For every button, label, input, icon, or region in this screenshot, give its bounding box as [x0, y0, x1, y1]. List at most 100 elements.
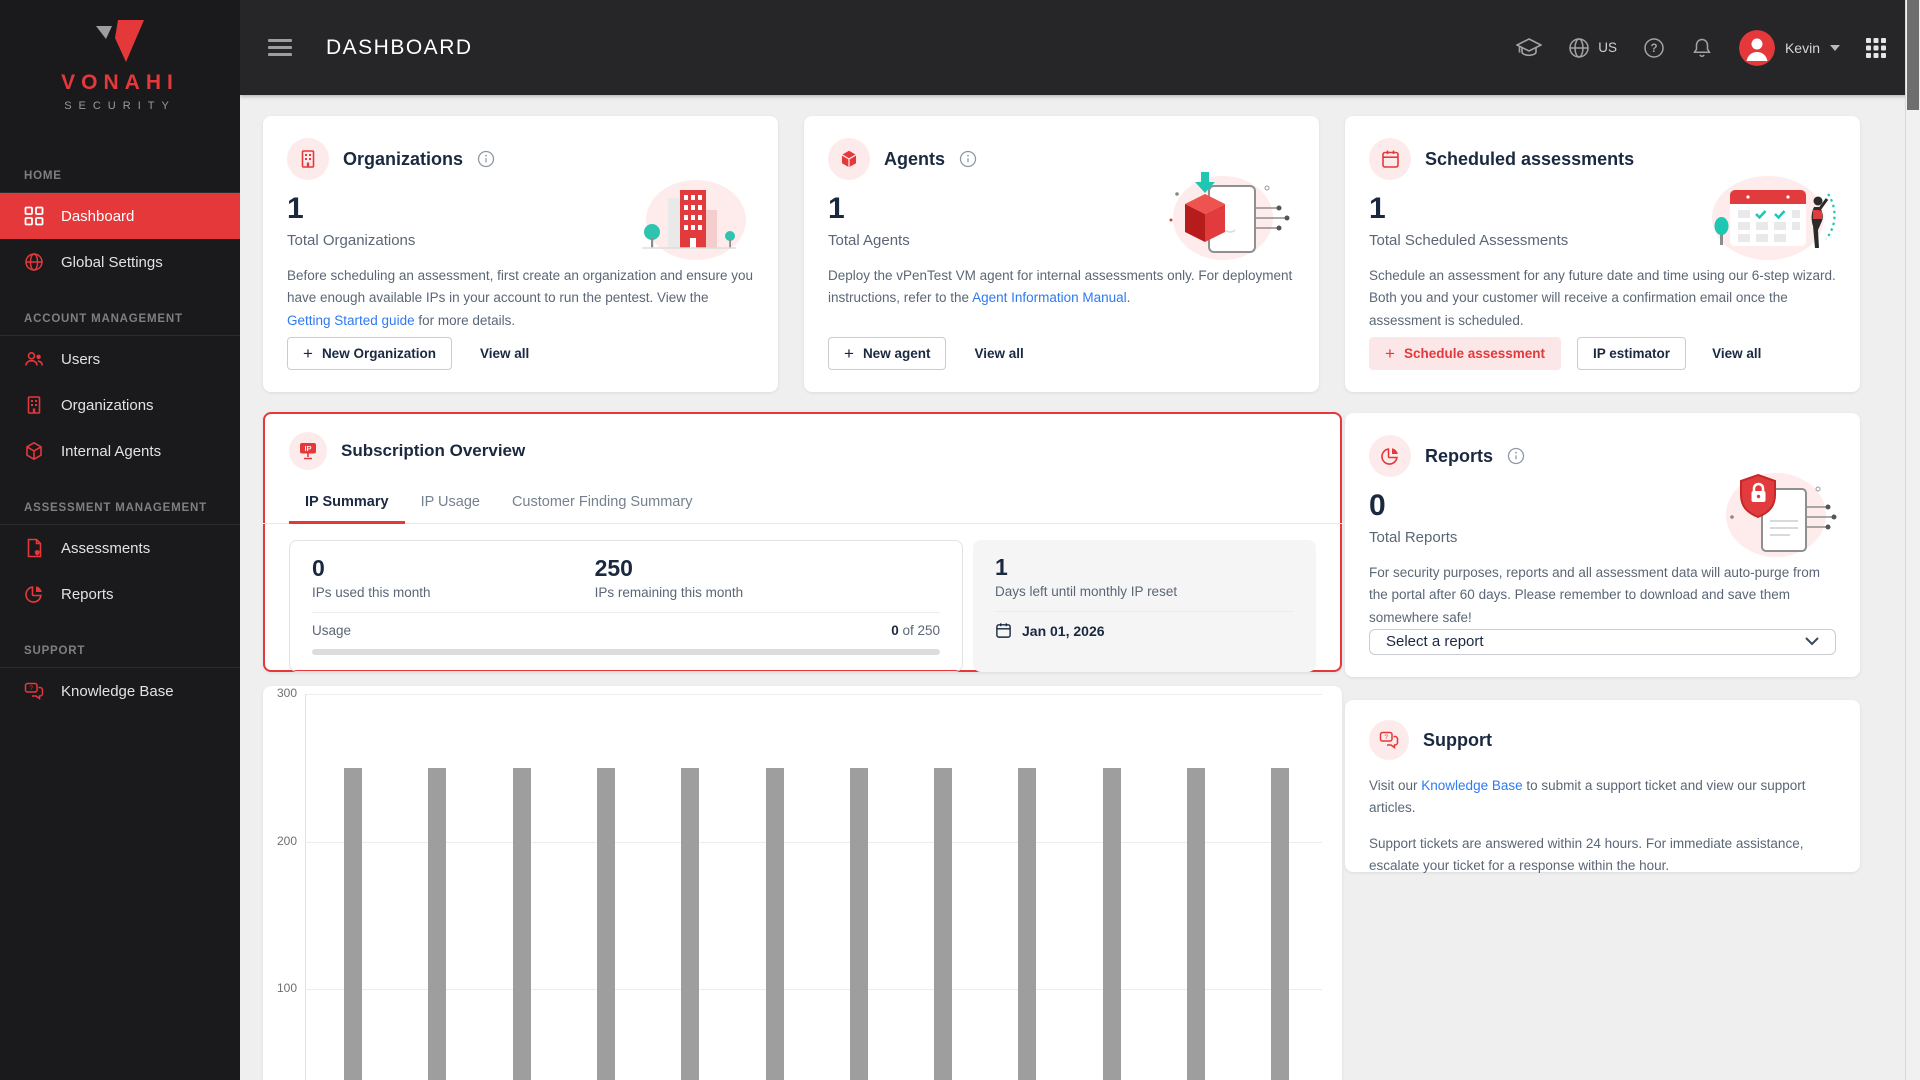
- assessment-doc-icon: [24, 538, 44, 558]
- svg-text:IP: IP: [304, 444, 311, 453]
- chevron-down-icon: [1830, 44, 1840, 51]
- building-icon: [287, 138, 329, 180]
- cube-icon: [828, 138, 870, 180]
- agents-card: Agents 1 Total Agents Deploy the vPenTes…: [804, 116, 1319, 392]
- desc-text: .: [1126, 290, 1131, 306]
- nav-section-home: HOME: [24, 170, 62, 182]
- academy-cap-icon[interactable]: [1516, 37, 1543, 59]
- scheduled-view-all-button[interactable]: View all: [1712, 346, 1761, 361]
- report-select[interactable]: Select a report: [1369, 628, 1836, 655]
- hamburger-menu-icon[interactable]: [268, 35, 292, 61]
- chart-bar: [681, 767, 700, 1080]
- reports-description: For security purposes, reports and all a…: [1369, 565, 1820, 625]
- tab-ip-summary[interactable]: IP Summary: [289, 484, 405, 524]
- subscription-overview-card: IP Subscription Overview IP Summary IP U…: [263, 412, 1342, 672]
- notifications-bell-icon[interactable]: [1691, 37, 1713, 59]
- support-paragraph-2: Support tickets are answered within 24 h…: [1369, 836, 1804, 873]
- info-icon[interactable]: [959, 150, 977, 168]
- button-label: New Organization: [321, 345, 436, 361]
- info-icon[interactable]: [477, 150, 495, 168]
- chat-bubbles-icon: ?: [1369, 720, 1409, 760]
- users-icon: [24, 349, 44, 369]
- user-menu[interactable]: Kevin: [1738, 29, 1840, 66]
- getting-started-guide-link[interactable]: Getting Started guide: [287, 313, 415, 328]
- sidebar-item-label: Users: [61, 350, 101, 368]
- avatar: [1738, 29, 1775, 66]
- days-left-label: Days left until monthly IP reset: [995, 584, 1178, 599]
- sidebar-item-assessments[interactable]: Assessments: [0, 525, 240, 571]
- chart-y-tick-label: 200: [276, 833, 297, 848]
- agents-view-all-button[interactable]: View all: [974, 346, 1023, 361]
- chart-bar: [428, 767, 447, 1080]
- topbar: DASHBOARD US ? Kevin: [240, 0, 1920, 95]
- sidebar-item-dashboard[interactable]: Dashboard: [0, 193, 240, 239]
- sidebar-item-reports[interactable]: Reports: [0, 571, 240, 617]
- ips-used-value: 0: [312, 555, 325, 581]
- organizations-description: Before scheduling an assessment, first c…: [287, 265, 754, 332]
- sidebar-item-organizations[interactable]: Organizations: [0, 382, 240, 428]
- chart-bar: [934, 767, 953, 1080]
- sidebar-item-global-settings[interactable]: Global Settings: [0, 239, 240, 285]
- sidebar-nav: HOME Dashboard Global Settings ACCOUNT M…: [0, 158, 240, 714]
- tab-ip-usage[interactable]: IP Usage: [405, 484, 496, 523]
- schedule-assessment-button[interactable]: + Schedule assessment: [1369, 336, 1562, 370]
- knowledge-base-link[interactable]: Knowledge Base: [1421, 778, 1522, 793]
- sidebar-item-label: Internal Agents: [61, 442, 162, 460]
- ip-estimator-button[interactable]: IP estimator: [1577, 336, 1687, 370]
- nav-section-support: SUPPORT: [24, 645, 86, 657]
- help-icon[interactable]: ?: [1643, 37, 1665, 59]
- subscription-tabs: IP Summary IP Usage Customer Finding Sum…: [263, 484, 1342, 524]
- support-card: ? Support Visit our Knowledge Base to su…: [1345, 700, 1860, 873]
- organizations-illustration: [642, 180, 746, 260]
- card-title: Subscription Overview: [341, 441, 526, 460]
- svg-text:?: ?: [29, 685, 33, 692]
- new-organization-button[interactable]: + New Organization: [287, 336, 452, 370]
- agents-illustration: [1169, 172, 1290, 260]
- chart-bar: [849, 767, 868, 1080]
- sidebar-item-label: Assessments: [61, 539, 151, 557]
- chart-gridline: [306, 989, 1322, 991]
- locale-selector[interactable]: US: [1568, 37, 1617, 59]
- page-scrollbar[interactable]: [1905, 0, 1920, 1080]
- sidebar-item-knowledge-base[interactable]: ? Knowledge Base: [0, 668, 240, 714]
- organizations-card: Organizations 1 Total Organizations Befo…: [263, 116, 778, 392]
- organizations-view-all-button[interactable]: View all: [480, 346, 529, 361]
- ip-summary-panel: 0 IPs used this month 250 IPs remaining …: [289, 540, 963, 672]
- building-icon: [24, 395, 44, 415]
- card-title: Reports: [1425, 445, 1494, 466]
- days-left-value: 1: [995, 554, 1008, 580]
- usage-total: of 250: [898, 623, 940, 638]
- info-icon[interactable]: [1507, 447, 1525, 465]
- agents-description: Deploy the vPenTest VM agent for interna…: [828, 265, 1295, 310]
- sidebar-item-internal-agents[interactable]: Internal Agents: [0, 428, 240, 474]
- ip-sign-icon: IP: [289, 432, 327, 470]
- tab-customer-finding-summary[interactable]: Customer Finding Summary: [496, 484, 709, 523]
- agent-information-manual-link[interactable]: Agent Information Manual: [972, 290, 1127, 305]
- pie-chart-icon: [1369, 435, 1411, 477]
- apps-grid-icon[interactable]: [1866, 37, 1886, 58]
- report-select-value: Select a report: [1386, 633, 1484, 651]
- calendar-icon: [1369, 138, 1411, 180]
- divider: [995, 611, 1294, 612]
- reset-date: Jan 01, 2026: [1022, 622, 1105, 639]
- sidebar-item-label: Global Settings: [61, 253, 163, 271]
- logo: VONAHI SECURITY: [0, 0, 240, 112]
- user-name: Kevin: [1784, 39, 1820, 56]
- ips-remaining-label: IPs remaining this month: [594, 585, 744, 600]
- sidebar-item-label: Reports: [61, 585, 114, 603]
- sidebar-item-users[interactable]: Users: [0, 336, 240, 382]
- sidebar-item-label: Knowledge Base: [61, 682, 174, 700]
- sidebar-item-label: Dashboard: [61, 207, 135, 225]
- scrollbar-thumb[interactable]: [1907, 0, 1919, 110]
- calendar-icon: [995, 622, 1012, 639]
- chart-bar: [344, 767, 362, 1080]
- chart-gridline: [306, 694, 1322, 695]
- button-label: New agent: [862, 345, 931, 361]
- ip-reset-panel: 1 Days left until monthly IP reset Jan 0…: [973, 540, 1316, 672]
- usage-value: 0: [891, 623, 899, 638]
- logo-subtitle: SECURITY: [64, 100, 176, 112]
- plus-icon: +: [303, 343, 313, 363]
- new-agent-button[interactable]: + New agent: [828, 336, 947, 370]
- usage-progress-bar: [312, 649, 940, 655]
- chart-card: 100 200 300: [263, 686, 1342, 1080]
